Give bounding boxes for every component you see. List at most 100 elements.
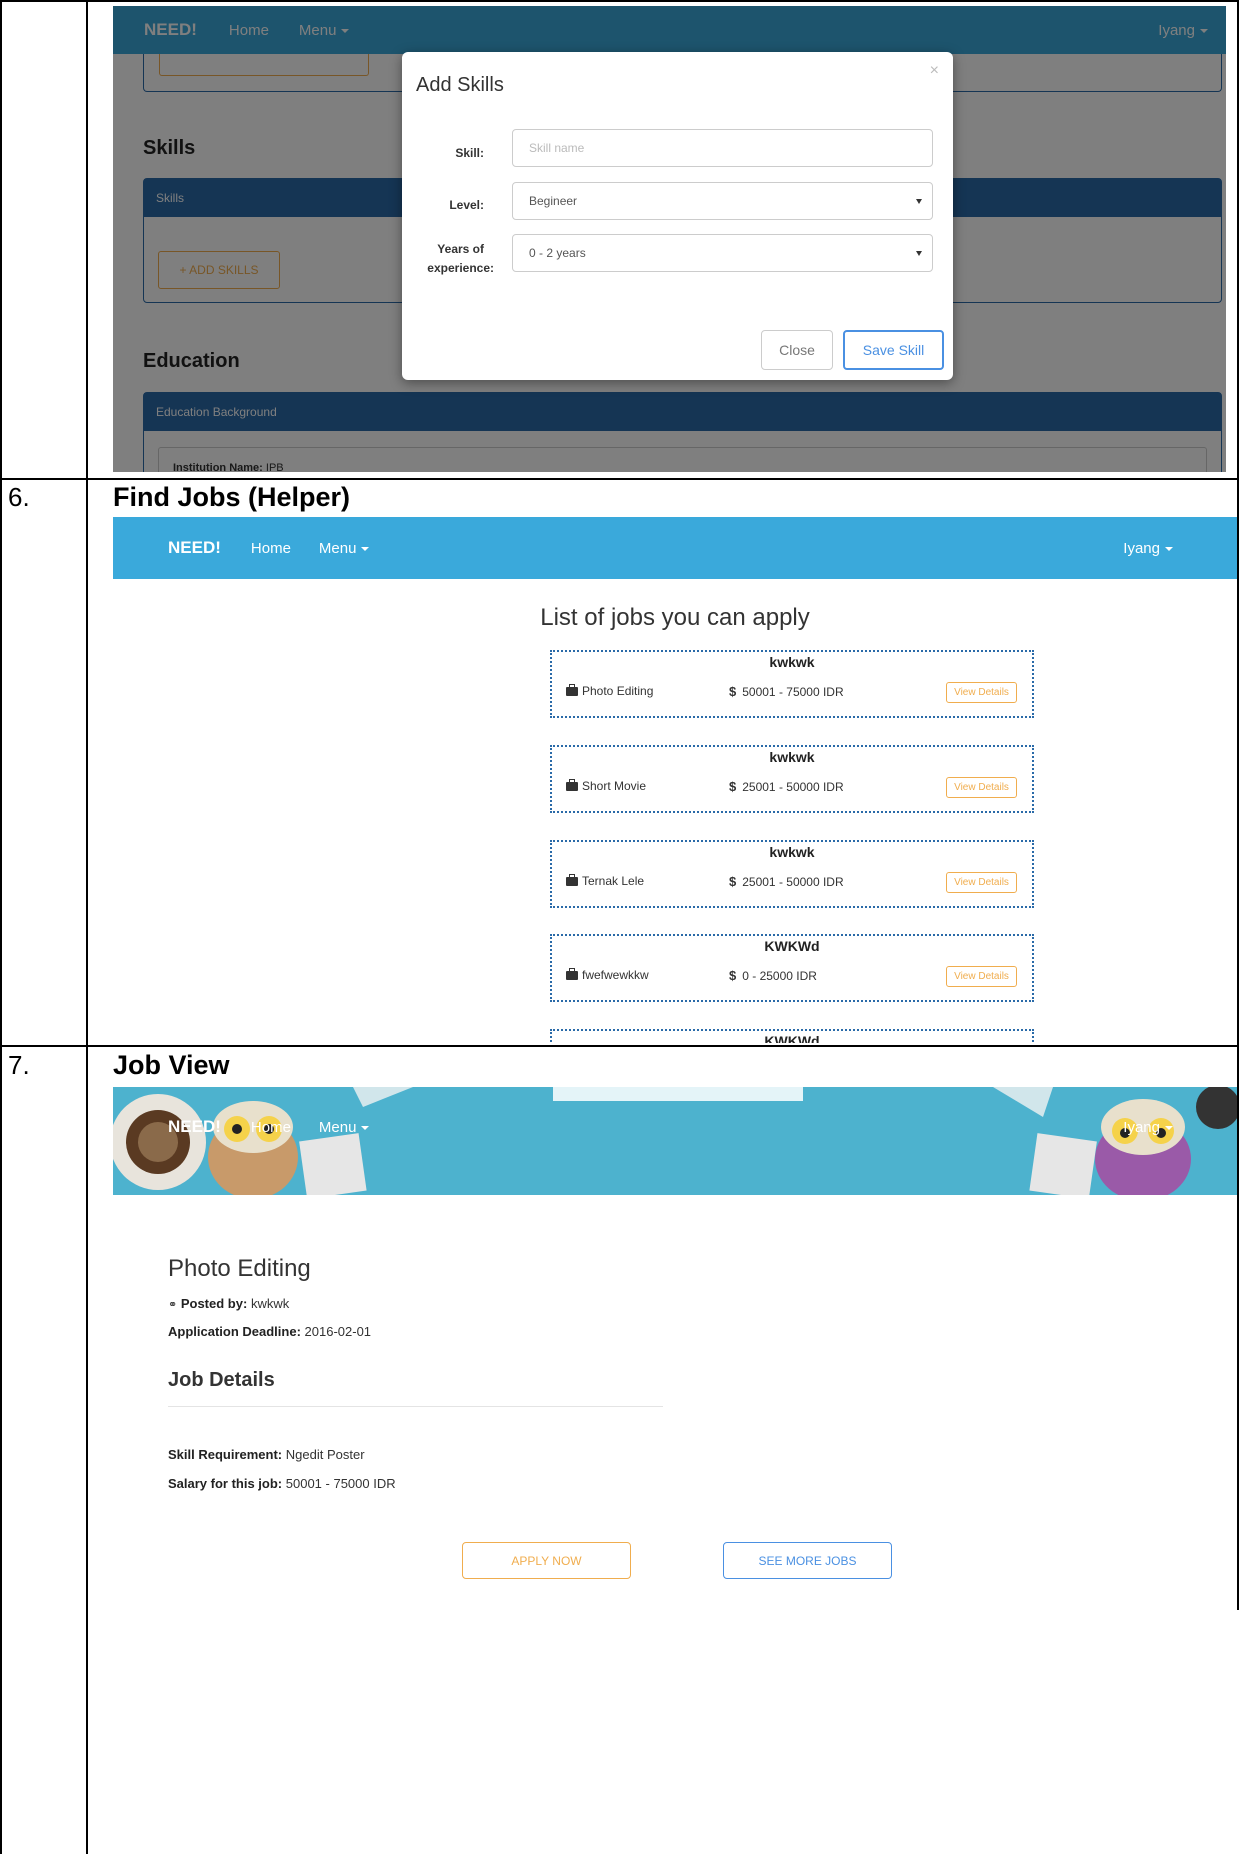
level-select-value: Begineer [529,194,578,208]
dollar-icon: $ [729,968,737,983]
table-border-top [0,0,1239,2]
job-title: kwkwk [769,654,815,670]
job-salary-label: 25001 - 50000 IDR [742,780,844,794]
nav-user-label: Iyang [1123,539,1160,557]
skill-requirement: Skill Requirement: Ngedit Poster [168,1447,365,1462]
job-card: KWKWd fwefwewkkw $0 - 25000 IDR View Det… [550,934,1034,1002]
job-skill-label: fwefwewkkw [582,968,649,982]
briefcase-icon [566,967,578,980]
hero-banner: NEED! Home Menu Iyang [113,1087,1237,1195]
posted-by-value: kwkwk [250,1296,290,1311]
job-salary-label: 25001 - 50000 IDR [742,875,844,889]
add-skills-modal: Add Skills × Skill: Skill name Level: Be… [402,52,953,380]
close-button[interactable]: Close [761,330,833,370]
job-skill-label: Ternak Lele [582,874,645,888]
nav-user-label: Iyang [1123,1118,1160,1136]
find-jobs-screenshot: NEED! Home Menu Iyang List of jobs you c… [113,517,1237,1043]
job-title: Photo Editing [168,1255,311,1282]
chevron-down-icon [1165,546,1173,551]
row-number-6: 6. [8,482,30,512]
save-skill-button[interactable]: Save Skill [843,330,944,370]
navbar: NEED! Home Menu Iyang [113,1087,1237,1167]
job-salary-label: 0 - 25000 IDR [742,969,817,983]
apply-now-button[interactable]: APPLY NOW [462,1542,631,1579]
nav-menu-label: Menu [318,539,357,557]
select-arrow-icon [916,251,922,256]
job-title: kwkwk [769,749,815,765]
years-select[interactable]: 0 - 2 years [512,234,933,272]
job-skill-label: Short Movie [582,779,647,793]
job-skill: Short Movie [566,778,647,793]
add-skills-screenshot: NEED! Home Menu Iyang Skills Skills + AD… [113,6,1226,472]
salary-label: Salary for this job: [168,1476,283,1491]
view-details-button[interactable]: View Details [946,682,1017,703]
table-border-left [0,0,2,1854]
job-details-heading: Job Details [168,1369,275,1391]
row-title-6: Find Jobs (Helper) [113,482,351,512]
job-skill: fwefwewkkw [566,967,649,982]
row-divider-6 [0,478,1239,480]
years-label-line-1: Years of [437,242,484,256]
job-salary: $0 - 25000 IDR [729,968,817,983]
skill-name-input[interactable]: Skill name [512,129,933,167]
chevron-down-icon [361,1125,370,1130]
briefcase-icon [566,873,578,886]
skill-requirement-label: Skill Requirement: [168,1447,283,1462]
application-deadline: Application Deadline: 2016-02-01 [168,1324,371,1339]
chevron-down-icon [1165,1125,1173,1130]
posted-by-label: Posted by: [180,1296,248,1311]
job-card-partial: KWKWd [550,1029,1034,1043]
level-select[interactable]: Begineer [512,182,933,220]
job-view-screenshot: NEED! Home Menu Iyang Photo Editing ⚭ Po… [113,1087,1237,1850]
view-details-button[interactable]: View Details [946,872,1017,893]
dollar-icon: $ [729,684,737,699]
job-salary-label: 50001 - 75000 IDR [742,685,844,699]
job-title: KWKWd [764,938,820,954]
years-select-value: 0 - 2 years [529,246,586,260]
posted-by: ⚭ Posted by: kwkwk [168,1296,289,1311]
job-title: KWKWd [764,1033,820,1043]
navbar: NEED! Home Menu Iyang [113,517,1237,579]
nav-home-link[interactable]: Home [251,1119,291,1136]
dollar-icon: $ [729,779,737,794]
row-title-7: Job View [113,1050,230,1080]
salary: Salary for this job: 50001 - 75000 IDR [168,1476,396,1491]
modal-title: Add Skills [416,74,504,96]
dollar-icon: $ [729,874,737,889]
jobs-list-heading: List of jobs you can apply [540,604,810,631]
job-card: kwkwk Short Movie $25001 - 50000 IDR Vie… [550,745,1034,813]
select-arrow-icon [916,199,922,204]
nav-home-link[interactable]: Home [251,540,291,557]
see-more-jobs-button[interactable]: SEE MORE JOBS [723,1542,892,1579]
close-icon[interactable]: × [930,62,939,80]
skill-requirement-value: Ngedit Poster [285,1447,365,1462]
job-card: kwkwk Photo Editing $50001 - 75000 IDR V… [550,650,1034,718]
deadline-label: Application Deadline: [168,1324,301,1339]
divider [168,1406,663,1407]
job-salary: $50001 - 75000 IDR [729,684,844,699]
job-salary: $25001 - 50000 IDR [729,779,844,794]
briefcase-icon [566,778,578,791]
table-column-divider [86,0,88,1854]
brand-logo[interactable]: NEED! [168,1117,221,1137]
brand-logo[interactable]: NEED! [168,538,221,558]
eye-slash-icon: ⚭ [168,1299,178,1311]
nav-menu-dropdown[interactable]: Menu [319,1119,370,1136]
nav-user-dropdown[interactable]: Iyang [1123,1119,1173,1136]
job-skill: Ternak Lele [566,873,645,888]
salary-value: 50001 - 75000 IDR [285,1476,396,1491]
table-border-right [1237,0,1239,1610]
nav-menu-dropdown[interactable]: Menu [319,540,370,557]
view-details-button[interactable]: View Details [946,966,1017,987]
nav-user-dropdown[interactable]: Iyang [1123,540,1173,557]
level-label: Level: [449,198,484,212]
row-number-7: 7. [8,1050,30,1080]
years-label-line-2: experience: [427,261,494,275]
chevron-down-icon [361,546,370,551]
job-card: kwkwk Ternak Lele $25001 - 50000 IDR Vie… [550,840,1034,908]
view-details-button[interactable]: View Details [946,777,1017,798]
job-title: kwkwk [769,844,815,860]
job-skill-label: Photo Editing [582,684,654,698]
skill-label: Skill: [455,146,484,160]
deadline-value: 2016-02-01 [304,1324,372,1339]
